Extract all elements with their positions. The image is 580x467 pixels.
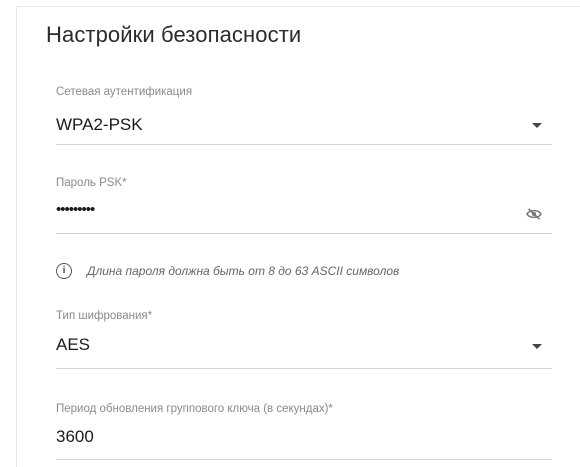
security-settings-panel <box>16 6 580 467</box>
psk-password-field[interactable]: Пароль PSK* ••••••••• <box>56 173 552 234</box>
hint-text: Длина пароля должна быть от 8 до 63 ASCI… <box>87 264 400 278</box>
chevron-down-icon <box>532 344 542 349</box>
group-key-underline <box>56 459 552 460</box>
encryption-label: Тип шифрования* <box>56 310 153 322</box>
psk-label: Пароль PSK* <box>56 177 127 189</box>
auth-label: Сетевая аутентификация <box>56 86 193 98</box>
group-key-label: Период обновления группового ключа (в се… <box>56 403 333 415</box>
encryption-underline <box>56 368 552 369</box>
chevron-down-icon <box>532 123 542 128</box>
info-icon: i <box>56 263 72 279</box>
auth-value: WPA2-PSK <box>56 115 143 134</box>
group-key-value: 3600 <box>56 427 94 446</box>
psk-underline <box>56 233 552 234</box>
auth-select[interactable]: Сетевая аутентификация WPA2-PSK <box>56 82 552 145</box>
psk-value: ••••••••• <box>56 201 95 218</box>
section-title: Настройки безопасности <box>46 22 302 47</box>
encryption-value: AES <box>56 335 91 354</box>
eye-off-icon[interactable] <box>526 208 542 220</box>
group-key-period-input[interactable]: Период обновления группового ключа (в се… <box>56 399 552 460</box>
auth-underline <box>56 144 552 145</box>
encryption-select[interactable]: Тип шифрования* AES <box>56 306 552 369</box>
